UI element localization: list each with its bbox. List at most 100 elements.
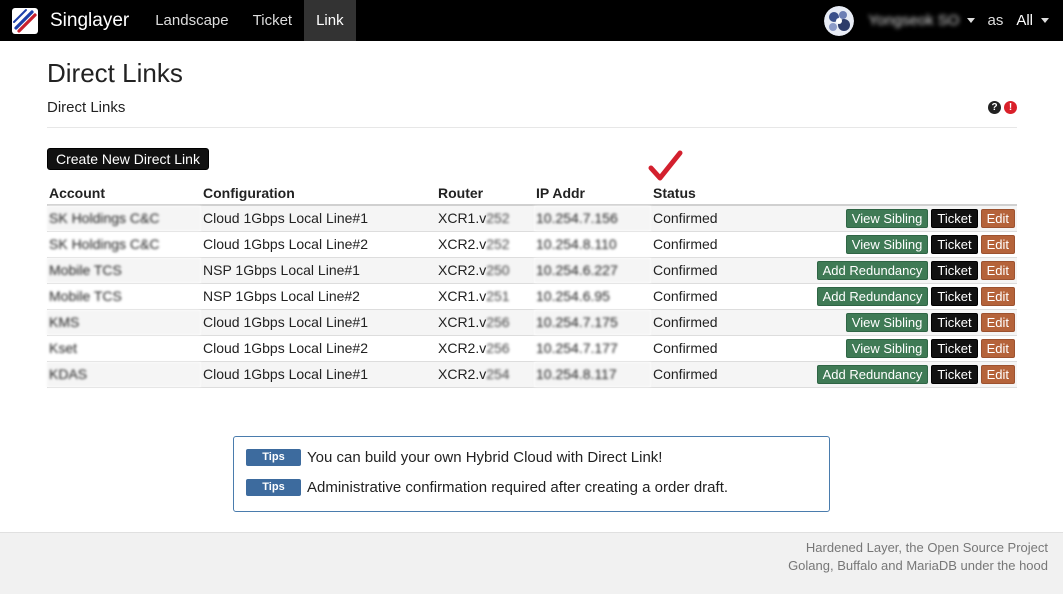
view-sibling-button[interactable]: View Sibling bbox=[845, 208, 929, 228]
view-sibling-button[interactable]: View Sibling bbox=[845, 312, 929, 332]
actions-cell: Add Redundancy Ticket Edit bbox=[771, 283, 1017, 310]
actions-cell: View Sibling Ticket Edit bbox=[771, 309, 1017, 336]
table-row: SK Holdings C&C Cloud 1Gbps Local Line#2… bbox=[47, 231, 1017, 258]
question-circle-icon[interactable]: ? bbox=[988, 101, 1001, 114]
red-checkmark-icon bbox=[648, 150, 683, 181]
tips-badge: Tips bbox=[246, 449, 301, 466]
ticket-button[interactable]: Ticket bbox=[931, 234, 978, 254]
router-cell: XCR1.v251 bbox=[436, 283, 534, 310]
exclamation-circle-icon[interactable]: ! bbox=[1004, 101, 1017, 114]
nav-user-area: Yongseok SO as All bbox=[824, 0, 1063, 41]
router-cell: XCR2.v252 bbox=[436, 231, 534, 258]
router-cell: XCR1.v252 bbox=[436, 205, 534, 232]
ticket-button[interactable]: Ticket bbox=[931, 260, 978, 280]
configuration-cell: Cloud 1Gbps Local Line#1 bbox=[201, 361, 436, 388]
configuration-cell: Cloud 1Gbps Local Line#2 bbox=[201, 231, 436, 258]
add-redundancy-button[interactable]: Add Redundancy bbox=[816, 286, 929, 306]
chevron-down-icon bbox=[1041, 18, 1049, 23]
scope-dropdown[interactable]: All bbox=[1016, 12, 1049, 29]
ticket-button[interactable]: Ticket bbox=[931, 364, 978, 384]
actions-cell: View Sibling Ticket Edit bbox=[771, 335, 1017, 362]
edit-button[interactable]: Edit bbox=[980, 312, 1015, 332]
table-header-row: Account Configuration Router IP Addr Sta… bbox=[47, 181, 1017, 206]
table-row: Kset Cloud 1Gbps Local Line#2 XCR2.v256 … bbox=[47, 335, 1017, 362]
router-cell: XCR2.v250 bbox=[436, 257, 534, 284]
tip-item: Tips You can build your own Hybrid Cloud… bbox=[246, 449, 662, 466]
nav-ticket[interactable]: Ticket bbox=[241, 0, 304, 41]
as-label: as bbox=[987, 12, 1004, 29]
edit-button[interactable]: Edit bbox=[980, 364, 1015, 384]
ip-addr-cell: 10.254.7.175 bbox=[534, 309, 651, 336]
column-header-account: Account bbox=[47, 181, 201, 206]
status-cell: Confirmed bbox=[651, 231, 771, 258]
create-direct-link-button[interactable]: Create New Direct Link bbox=[47, 148, 209, 170]
column-header-status: Status bbox=[651, 181, 771, 206]
ip-addr-cell: 10.254.8.110 bbox=[534, 231, 651, 258]
add-redundancy-button[interactable]: Add Redundancy bbox=[816, 364, 929, 384]
add-redundancy-button[interactable]: Add Redundancy bbox=[816, 260, 929, 280]
account-cell: Kset bbox=[47, 335, 201, 362]
edit-button[interactable]: Edit bbox=[980, 234, 1015, 254]
page-title: Direct Links bbox=[47, 58, 183, 88]
ticket-button[interactable]: Ticket bbox=[931, 286, 978, 306]
user-avatar-icon[interactable] bbox=[824, 5, 855, 36]
singlayer-logo-icon bbox=[12, 7, 38, 34]
header-divider bbox=[47, 127, 1017, 128]
page-subtitle: Direct Links bbox=[47, 99, 126, 116]
ticket-button[interactable]: Ticket bbox=[931, 338, 978, 358]
nav-link[interactable]: Link bbox=[304, 0, 356, 41]
account-cell: SK Holdings C&C bbox=[47, 231, 201, 258]
status-cell: Confirmed bbox=[651, 283, 771, 310]
brand-name: Singlayer bbox=[50, 9, 130, 31]
status-cell: Confirmed bbox=[651, 205, 771, 232]
tip-text: You can build your own Hybrid Cloud with… bbox=[307, 449, 663, 466]
column-header-actions bbox=[771, 181, 1017, 206]
table-row: SK Holdings C&C Cloud 1Gbps Local Line#1… bbox=[47, 205, 1017, 232]
status-cell: Confirmed bbox=[651, 361, 771, 388]
account-cell: Mobile TCS bbox=[47, 257, 201, 284]
router-cell: XCR2.v256 bbox=[436, 335, 534, 362]
footer-stack-line: Golang, Buffalo and MariaDB under the ho… bbox=[788, 558, 1048, 573]
ip-addr-cell: 10.254.7.156 bbox=[534, 205, 651, 232]
ticket-button[interactable]: Ticket bbox=[931, 312, 978, 332]
status-cell: Confirmed bbox=[651, 309, 771, 336]
table-row: Mobile TCS NSP 1Gbps Local Line#1 XCR2.v… bbox=[47, 257, 1017, 284]
configuration-cell: NSP 1Gbps Local Line#2 bbox=[201, 283, 436, 310]
tips-badge: Tips bbox=[246, 479, 301, 496]
edit-button[interactable]: Edit bbox=[980, 338, 1015, 358]
actions-cell: View Sibling Ticket Edit bbox=[771, 205, 1017, 232]
status-cell: Confirmed bbox=[651, 335, 771, 362]
column-header-router: Router bbox=[436, 181, 534, 206]
tips-panel: Tips You can build your own Hybrid Cloud… bbox=[233, 436, 830, 512]
nav-landscape[interactable]: Landscape bbox=[143, 0, 240, 41]
footer-project-line: Hardened Layer, the Open Source Project bbox=[805, 540, 1048, 555]
ip-addr-cell: 10.254.8.117 bbox=[534, 361, 651, 388]
actions-cell: View Sibling Ticket Edit bbox=[771, 231, 1017, 258]
account-cell: KMS bbox=[47, 309, 201, 336]
configuration-cell: NSP 1Gbps Local Line#1 bbox=[201, 257, 436, 284]
table-row: Mobile TCS NSP 1Gbps Local Line#2 XCR1.v… bbox=[47, 283, 1017, 310]
ip-addr-cell: 10.254.7.177 bbox=[534, 335, 651, 362]
edit-button[interactable]: Edit bbox=[980, 286, 1015, 306]
tip-item: Tips Administrative confirmation require… bbox=[246, 479, 728, 496]
brand-home-link[interactable]: Singlayer bbox=[0, 0, 143, 41]
scope-selected-value: All bbox=[1016, 12, 1033, 29]
table-row: KMS Cloud 1Gbps Local Line#1 XCR1.v256 1… bbox=[47, 309, 1017, 336]
page-footer: Hardened Layer, the Open Source Project … bbox=[0, 532, 1063, 594]
view-sibling-button[interactable]: View Sibling bbox=[845, 338, 929, 358]
table-row: KDAS Cloud 1Gbps Local Line#1 XCR2.v254 … bbox=[47, 361, 1017, 388]
configuration-cell: Cloud 1Gbps Local Line#1 bbox=[201, 205, 436, 232]
edit-button[interactable]: Edit bbox=[980, 208, 1015, 228]
user-name-dropdown[interactable]: Yongseok SO bbox=[868, 12, 959, 29]
top-navbar: Singlayer Landscape Ticket Link Yongseok… bbox=[0, 0, 1063, 41]
router-cell: XCR1.v256 bbox=[436, 309, 534, 336]
configuration-cell: Cloud 1Gbps Local Line#1 bbox=[201, 309, 436, 336]
ticket-button[interactable]: Ticket bbox=[931, 208, 978, 228]
view-sibling-button[interactable]: View Sibling bbox=[845, 234, 929, 254]
edit-button[interactable]: Edit bbox=[980, 260, 1015, 280]
column-header-ip-addr: IP Addr bbox=[534, 181, 651, 206]
actions-cell: Add Redundancy Ticket Edit bbox=[771, 257, 1017, 284]
status-cell: Confirmed bbox=[651, 257, 771, 284]
account-cell: KDAS bbox=[47, 361, 201, 388]
account-cell: Mobile TCS bbox=[47, 283, 201, 310]
